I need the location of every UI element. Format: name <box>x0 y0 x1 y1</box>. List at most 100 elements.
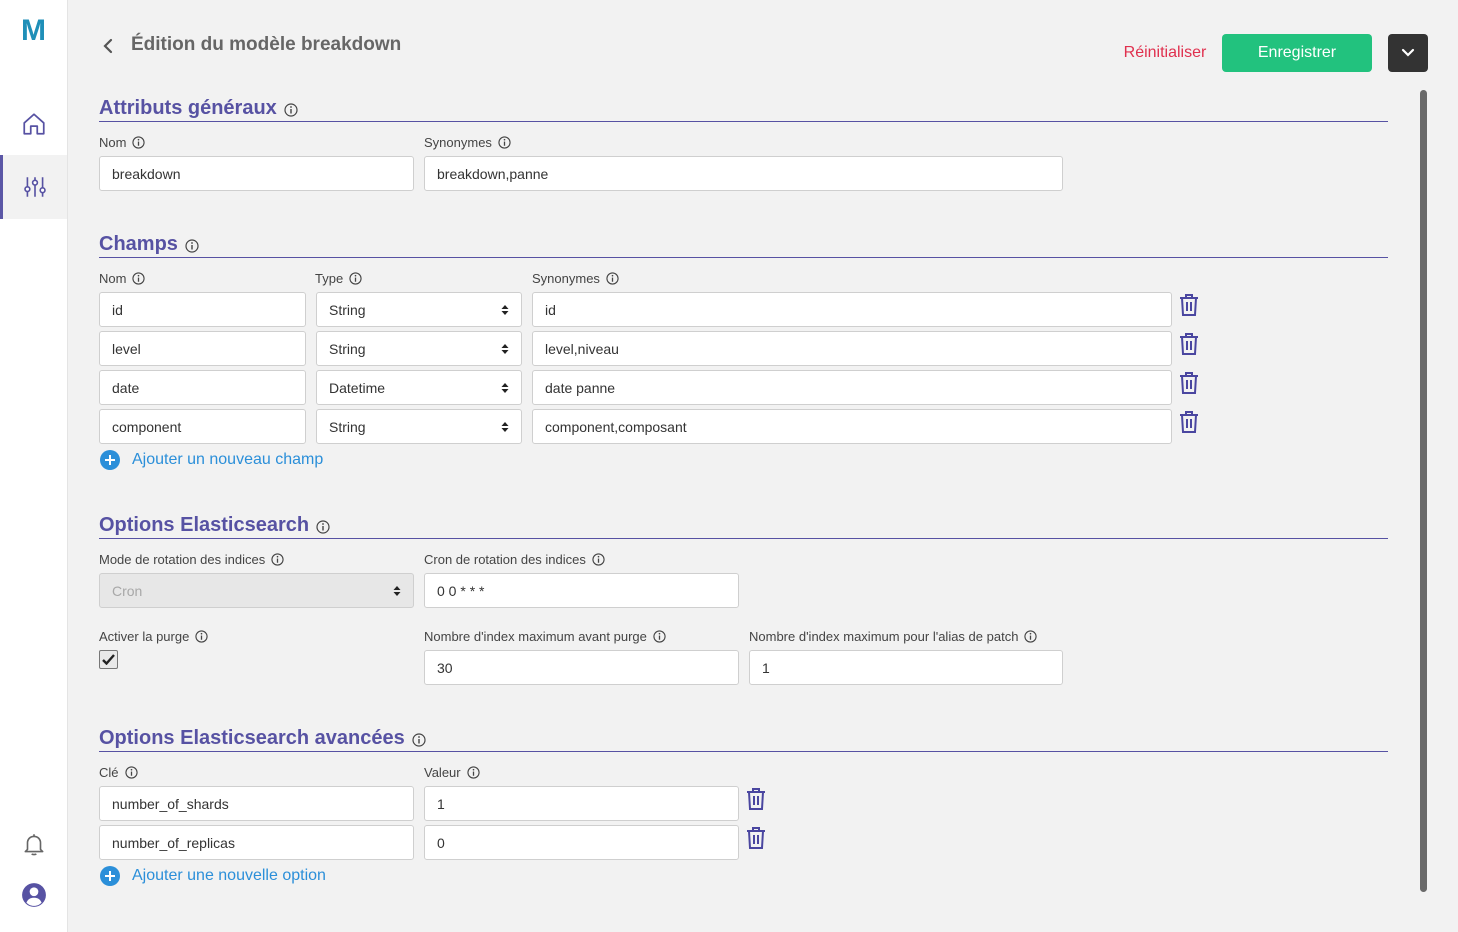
add-option-label[interactable]: Ajouter une nouvelle option <box>132 867 326 885</box>
app-logo[interactable]: M <box>21 16 49 46</box>
info-icon[interactable] <box>185 239 199 253</box>
field-name-column-text: Nom <box>99 271 127 286</box>
purge-checkbox[interactable] <box>99 650 118 669</box>
section-title-fields-text: Champs <box>99 233 178 255</box>
scrollbar-thumb[interactable] <box>1420 90 1427 892</box>
trash-icon <box>1180 294 1198 316</box>
rotation-cron-input[interactable]: 0 0 * * * <box>424 573 739 608</box>
max-alias-label-text: Nombre d'index maximum pour l'alias de p… <box>749 629 1019 644</box>
option-key-input[interactable]: number_of_replicas <box>99 825 414 860</box>
field-name-input[interactable]: level <box>99 331 306 366</box>
name-label-text: Nom <box>99 135 127 150</box>
section-title-es-advanced-text: Options Elasticsearch avancées <box>99 727 405 749</box>
max-index-label-text: Nombre d'index maximum avant purge <box>424 629 647 644</box>
field-type-select[interactable]: String <box>316 331 522 366</box>
add-field-button[interactable]: Ajouter un nouveau champ <box>100 450 323 470</box>
info-icon[interactable] <box>124 766 138 779</box>
trash-icon <box>1180 411 1198 433</box>
info-icon[interactable] <box>606 272 619 285</box>
delete-option-button[interactable] <box>744 786 768 812</box>
sidebar-item-home[interactable] <box>0 92 67 156</box>
select-arrows-icon <box>501 343 509 355</box>
option-key-label: Clé <box>99 765 138 780</box>
rotation-cron-label: Cron de rotation des indices <box>424 552 605 567</box>
field-type-select[interactable]: String <box>316 292 522 327</box>
section-title-es-advanced: Options Elasticsearch avancées <box>99 727 426 750</box>
info-icon[interactable] <box>592 553 605 566</box>
delete-field-button[interactable] <box>1177 370 1201 396</box>
info-icon[interactable] <box>466 766 480 779</box>
home-icon <box>22 113 45 135</box>
field-type-select[interactable]: Datetime <box>316 370 522 405</box>
reset-button[interactable]: Réinitialiser <box>1098 34 1232 72</box>
field-synonyms-input[interactable]: level,niveau <box>532 331 1172 366</box>
model-name-input[interactable]: breakdown <box>99 156 414 191</box>
page-title: Édition du modèle breakdown <box>131 34 402 55</box>
sidebar-item-settings[interactable] <box>0 155 67 219</box>
add-option-button[interactable]: Ajouter une nouvelle option <box>100 866 326 886</box>
section-title-general: Attributs généraux <box>99 97 298 120</box>
info-icon[interactable] <box>1024 630 1038 643</box>
trash-icon <box>747 788 765 810</box>
field-name-input[interactable]: component <box>99 409 306 444</box>
info-icon[interactable] <box>653 630 666 643</box>
rotation-mode-label: Mode de rotation des indices <box>99 552 284 567</box>
max-alias-input[interactable]: 1 <box>749 650 1063 685</box>
option-value-input[interactable]: 1 <box>424 786 739 821</box>
info-icon[interactable] <box>284 103 298 117</box>
synonyms-label: Synonymes <box>424 135 511 150</box>
trash-icon <box>747 827 765 849</box>
delete-field-button[interactable] <box>1177 331 1201 357</box>
info-icon[interactable] <box>349 272 362 285</box>
name-label: Nom <box>99 135 146 150</box>
field-synonyms-input[interactable]: id <box>532 292 1172 327</box>
checkmark-icon <box>102 654 115 665</box>
add-field-label[interactable]: Ajouter un nouveau champ <box>132 451 323 469</box>
back-button[interactable] <box>100 36 116 56</box>
field-synonyms-column-text: Synonymes <box>532 271 600 286</box>
sidebar-item-account[interactable] <box>0 863 67 927</box>
field-type-value: String <box>329 340 366 357</box>
section-divider <box>99 257 1388 258</box>
rotation-mode-value: Cron <box>112 582 143 599</box>
field-synonyms-input[interactable]: component,composant <box>532 409 1172 444</box>
info-icon[interactable] <box>271 553 284 566</box>
option-key-input[interactable]: number_of_shards <box>99 786 414 821</box>
option-value-label: Valeur <box>424 765 480 780</box>
field-type-value: Datetime <box>329 379 386 396</box>
synonyms-label-text: Synonymes <box>424 135 492 150</box>
rotation-mode-label-text: Mode de rotation des indices <box>99 552 266 567</box>
option-value-input[interactable]: 0 <box>424 825 739 860</box>
option-value-label-text: Valeur <box>424 765 461 780</box>
bell-icon <box>24 834 43 856</box>
field-type-value: String <box>329 301 366 318</box>
model-synonyms-input[interactable]: breakdown,panne <box>424 156 1063 191</box>
info-icon[interactable] <box>132 272 146 285</box>
save-button[interactable]: Enregistrer <box>1222 34 1372 72</box>
field-name-column-label: Nom <box>99 271 146 286</box>
field-synonyms-column-label: Synonymes <box>532 271 619 286</box>
option-key-label-text: Clé <box>99 765 119 780</box>
info-icon[interactable] <box>498 136 511 149</box>
delete-field-button[interactable] <box>1177 292 1201 318</box>
info-icon[interactable] <box>316 520 330 534</box>
scrollbar[interactable] <box>1420 90 1427 892</box>
field-name-input[interactable]: date <box>99 370 306 405</box>
more-options-button[interactable] <box>1388 34 1428 72</box>
info-icon[interactable] <box>412 733 426 747</box>
select-arrows-icon <box>501 382 509 394</box>
purge-label-text: Activer la purge <box>99 629 190 644</box>
max-index-label: Nombre d'index maximum avant purge <box>424 629 666 644</box>
delete-field-button[interactable] <box>1177 409 1201 435</box>
info-icon[interactable] <box>132 136 146 149</box>
field-type-select[interactable]: String <box>316 409 522 444</box>
field-synonyms-input[interactable]: date panne <box>532 370 1172 405</box>
delete-option-button[interactable] <box>744 825 768 851</box>
user-icon <box>21 883 46 907</box>
max-index-input[interactable]: 30 <box>424 650 739 685</box>
field-name-input[interactable]: id <box>99 292 306 327</box>
field-type-value: String <box>329 418 366 435</box>
section-divider <box>99 538 1388 539</box>
chevron-down-icon <box>1401 48 1415 57</box>
info-icon[interactable] <box>195 630 208 643</box>
